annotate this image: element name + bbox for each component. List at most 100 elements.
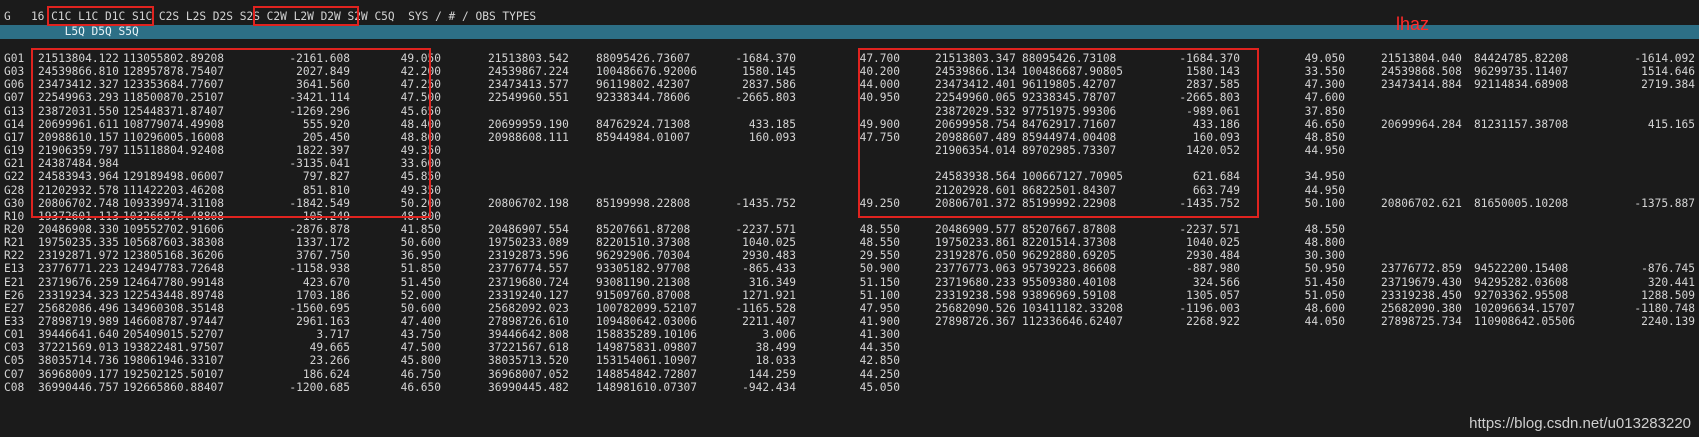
obs-value: 621.684 — [1192, 170, 1240, 184]
obs-value: -865.433 — [742, 262, 796, 276]
obs-value: -876.745 — [1641, 262, 1695, 276]
obs-value: 20699961.611 — [38, 117, 119, 131]
obs-value: -1158.938 — [289, 262, 350, 276]
obs-value: 37.850 — [1304, 104, 1345, 118]
obs-value: 40.200 — [859, 65, 900, 79]
obs-value: 415.165 — [1647, 117, 1695, 131]
obs-value: 20806702.621 — [1381, 196, 1462, 210]
obs-row-c07: C07 36968009.177 192502125.50107 186.624 46.… — [0, 368, 1699, 382]
obs-value: 84762924.71308 — [596, 117, 691, 131]
obs-types-header-continuation: L5Q D5Q S5Q — [4, 25, 139, 38]
obs-value: 92338344.78606 — [596, 91, 691, 105]
obs-value: 96299735.11407 — [1474, 65, 1569, 79]
obs-value: 21202932.578 — [38, 183, 119, 197]
obs-value: 124647780.99148 — [123, 275, 225, 289]
obs-value: 109339974.31108 — [123, 196, 225, 210]
obs-value: 108779074.49908 — [123, 117, 225, 131]
obs-value: 81231157.38708 — [1474, 117, 1569, 131]
obs-value: 96119802.42307 — [596, 78, 691, 92]
obs-value: 49.050 — [1304, 52, 1345, 65]
obs-value: 23319234.323 — [38, 288, 119, 302]
obs-value: 85944984.01007 — [596, 130, 691, 144]
obs-value: 48.600 — [1304, 301, 1345, 315]
obs-value: 36968009.177 — [38, 367, 119, 381]
obs-value: 21513803.542 — [488, 52, 569, 65]
obs-value: 36968007.052 — [488, 367, 569, 381]
obs-value: 1288.509 — [1641, 288, 1695, 302]
obs-value: 2240.139 — [1641, 315, 1695, 328]
obs-value: 23319240.127 — [488, 288, 569, 302]
obs-value: 21202928.601 — [935, 183, 1016, 197]
obs-value: 93081190.21308 — [596, 275, 691, 289]
obs-row-g28: G28 21202932.578 111422203.46208 851.810 49.… — [0, 184, 1699, 198]
obs-value: 20806701.372 — [935, 196, 1016, 210]
obs-row-g22: G22 24583943.964 129189498.06007 797.827 45.… — [0, 170, 1699, 184]
obs-value: -1180.748 — [1634, 301, 1695, 315]
obs-value: 2211.407 — [742, 315, 796, 328]
obs-value: 3.006 — [762, 328, 796, 342]
obs-value: 100782099.52107 — [596, 301, 698, 315]
obs-value: 433.186 — [1192, 117, 1240, 131]
obs-value: 24539867.224 — [488, 65, 569, 79]
satellite-id: G13 — [4, 104, 25, 118]
obs-value: 24387484.984 — [38, 157, 119, 171]
obs-value: 3767.750 — [296, 249, 350, 263]
satellite-id: G17 — [4, 130, 25, 144]
obs-value: 2268.922 — [1186, 315, 1240, 328]
obs-value: 50.900 — [859, 262, 900, 276]
obs-value: 100667127.70905 — [1022, 170, 1124, 184]
obs-value: 23719680.233 — [935, 275, 1016, 289]
obs-value: -1200.685 — [289, 380, 350, 394]
satellite-id: G22 — [4, 170, 25, 184]
obs-value: 38.499 — [755, 341, 796, 355]
obs-value: 20486907.554 — [488, 222, 569, 236]
obs-value: 153154061.10907 — [596, 354, 698, 368]
obs-value: 3.717 — [316, 328, 350, 342]
obs-value: 433.185 — [748, 117, 796, 131]
obs-row-g17: G17 20988610.157 110296005.16008 205.450 48.… — [0, 131, 1699, 145]
obs-value: 47.500 — [400, 341, 441, 355]
obs-value: -1684.370 — [1179, 52, 1240, 65]
obs-value: 85207667.87808 — [1022, 222, 1117, 236]
obs-value: 3641.560 — [296, 78, 350, 92]
obs-row-c05: C05 38035714.736 198061946.33107 23.266 45.8… — [0, 354, 1699, 368]
obs-value: 50.100 — [1304, 196, 1345, 210]
obs-value: 20486908.330 — [38, 222, 119, 236]
obs-value: 125448371.87407 — [123, 104, 225, 118]
watermark: https://blog.csdn.net/u013283220 — [1469, 415, 1691, 432]
obs-value: 205409015.52707 — [123, 328, 225, 342]
obs-row-r20: R20 20486908.330 109552702.91606 -2876.878 4… — [0, 223, 1699, 237]
obs-value: -1684.370 — [735, 52, 796, 65]
obs-value: 205.450 — [302, 130, 350, 144]
satellite-id: R21 — [4, 236, 25, 250]
obs-value: 49.900 — [859, 117, 900, 131]
obs-value: -1196.003 — [1179, 301, 1240, 315]
obs-value: 33.550 — [1304, 65, 1345, 79]
obs-value: 129189498.06007 — [123, 170, 225, 184]
obs-value: 29.550 — [859, 249, 900, 263]
obs-row-g03: G03 24539866.810 128957878.75407 2027.849 42… — [0, 65, 1699, 79]
obs-value: 21513804.040 — [1381, 52, 1462, 65]
obs-value: 2961.163 — [296, 315, 350, 328]
satellite-id: E21 — [4, 275, 25, 289]
obs-value: 20988607.489 — [935, 130, 1016, 144]
obs-value: 92114834.68908 — [1474, 78, 1569, 92]
obs-value: 110908642.05506 — [1474, 315, 1576, 328]
obs-value: 44.050 — [1304, 315, 1345, 328]
obs-value: 118500870.25107 — [123, 91, 225, 105]
obs-value: 110296005.16008 — [123, 130, 225, 144]
obs-value: 88095426.73607 — [596, 52, 691, 65]
obs-value: 85207661.87208 — [596, 222, 691, 236]
obs-value: 192665860.88407 — [123, 380, 225, 394]
obs-value: 97751975.99306 — [1022, 104, 1117, 118]
obs-value: 23319238.450 — [1381, 288, 1462, 302]
obs-value: 186.624 — [302, 367, 350, 381]
obs-value: 20699964.284 — [1381, 117, 1462, 131]
satellite-id: E26 — [4, 288, 25, 302]
obs-value: 41.900 — [859, 315, 900, 328]
obs-value: 36990446.757 — [38, 380, 119, 394]
obs-value: 47.300 — [1304, 78, 1345, 92]
obs-value: 22549960.065 — [935, 91, 1016, 105]
obs-value: 2930.483 — [742, 249, 796, 263]
obs-value: 44.250 — [859, 367, 900, 381]
